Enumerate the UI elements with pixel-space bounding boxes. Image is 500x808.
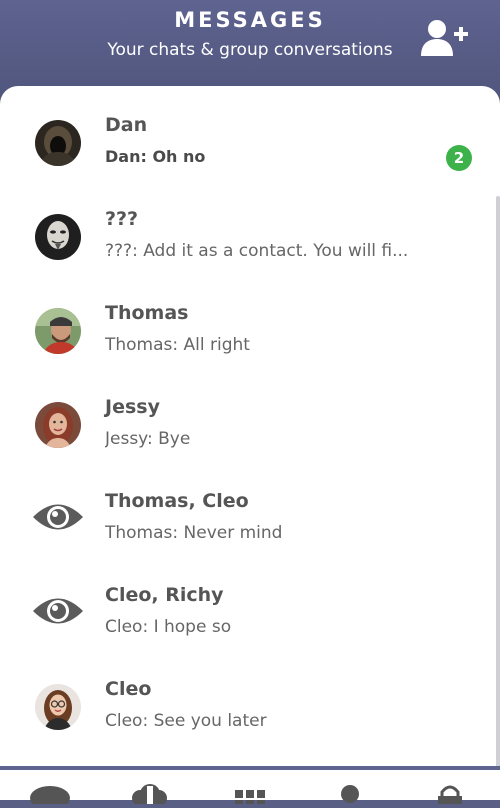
chat-name: Cleo, Richy <box>105 584 224 606</box>
nav-apps[interactable] <box>228 784 272 804</box>
nav-profile[interactable] <box>328 784 372 804</box>
chat-name: Jessy <box>105 396 160 418</box>
chat-name: Thomas, Cleo <box>105 490 249 512</box>
chat-item-cleo[interactable]: Cleo Cleo: See you later <box>0 664 496 758</box>
mask-avatar <box>35 214 81 260</box>
lock-icon <box>438 785 462 806</box>
bottom-navbar <box>0 766 500 808</box>
chat-item-dan[interactable]: Dan Dan: Oh no 2 <box>0 100 496 194</box>
chat-item-thomas-cleo[interactable]: Thomas, Cleo Thomas: Never mind <box>0 476 496 570</box>
hooded-figure-avatar <box>35 120 81 166</box>
chat-name: Thomas <box>105 302 189 324</box>
chat-preview: Jessy: Bye <box>105 429 191 449</box>
nav-security[interactable] <box>428 784 472 806</box>
apps-grid-icon <box>235 790 265 804</box>
woman-glasses-avatar <box>35 684 81 730</box>
unread-badge: 2 <box>446 145 472 171</box>
chat-name: ??? <box>105 208 139 230</box>
woman-avatar <box>35 402 81 448</box>
scrollbar[interactable] <box>496 196 500 766</box>
chat-preview: Cleo: I hope so <box>105 617 232 637</box>
add-user-icon <box>421 20 468 56</box>
chat-item-unknown[interactable]: ??? ???: Add it as a contact. You will f… <box>0 194 496 288</box>
nav-upload[interactable] <box>126 784 170 806</box>
bearded-man-avatar <box>35 308 81 354</box>
chat-preview: Thomas: Never mind <box>105 523 283 543</box>
profile-icon <box>341 785 359 803</box>
chat-item-thomas[interactable]: Thomas Thomas: All right <box>0 288 496 382</box>
chat-item-cleo-richy[interactable]: Cleo, Richy Cleo: I hope so <box>0 570 496 664</box>
eye-icon <box>31 498 85 536</box>
chat-preview: Thomas: All right <box>105 335 250 355</box>
cloud-upload-icon <box>132 784 167 806</box>
chat-name: Cleo <box>105 678 152 700</box>
eye-icon <box>31 592 85 630</box>
add-user-button[interactable] <box>420 18 470 60</box>
chat-name: Dan <box>105 114 148 136</box>
chat-preview: Cleo: See you later <box>105 711 267 731</box>
chat-icon <box>30 786 70 808</box>
chat-item-jessy[interactable]: Jessy Jessy: Bye <box>0 382 496 476</box>
chat-preview: Dan: Oh no <box>105 147 206 166</box>
header: MESSAGES Your chats & group conversation… <box>0 0 500 100</box>
nav-chats[interactable] <box>28 784 72 808</box>
chat-preview: ???: Add it as a contact. You will fi... <box>105 241 409 261</box>
chat-list-panel: Dan Dan: Oh no 2 ??? ???: Add it as a co… <box>0 86 500 766</box>
